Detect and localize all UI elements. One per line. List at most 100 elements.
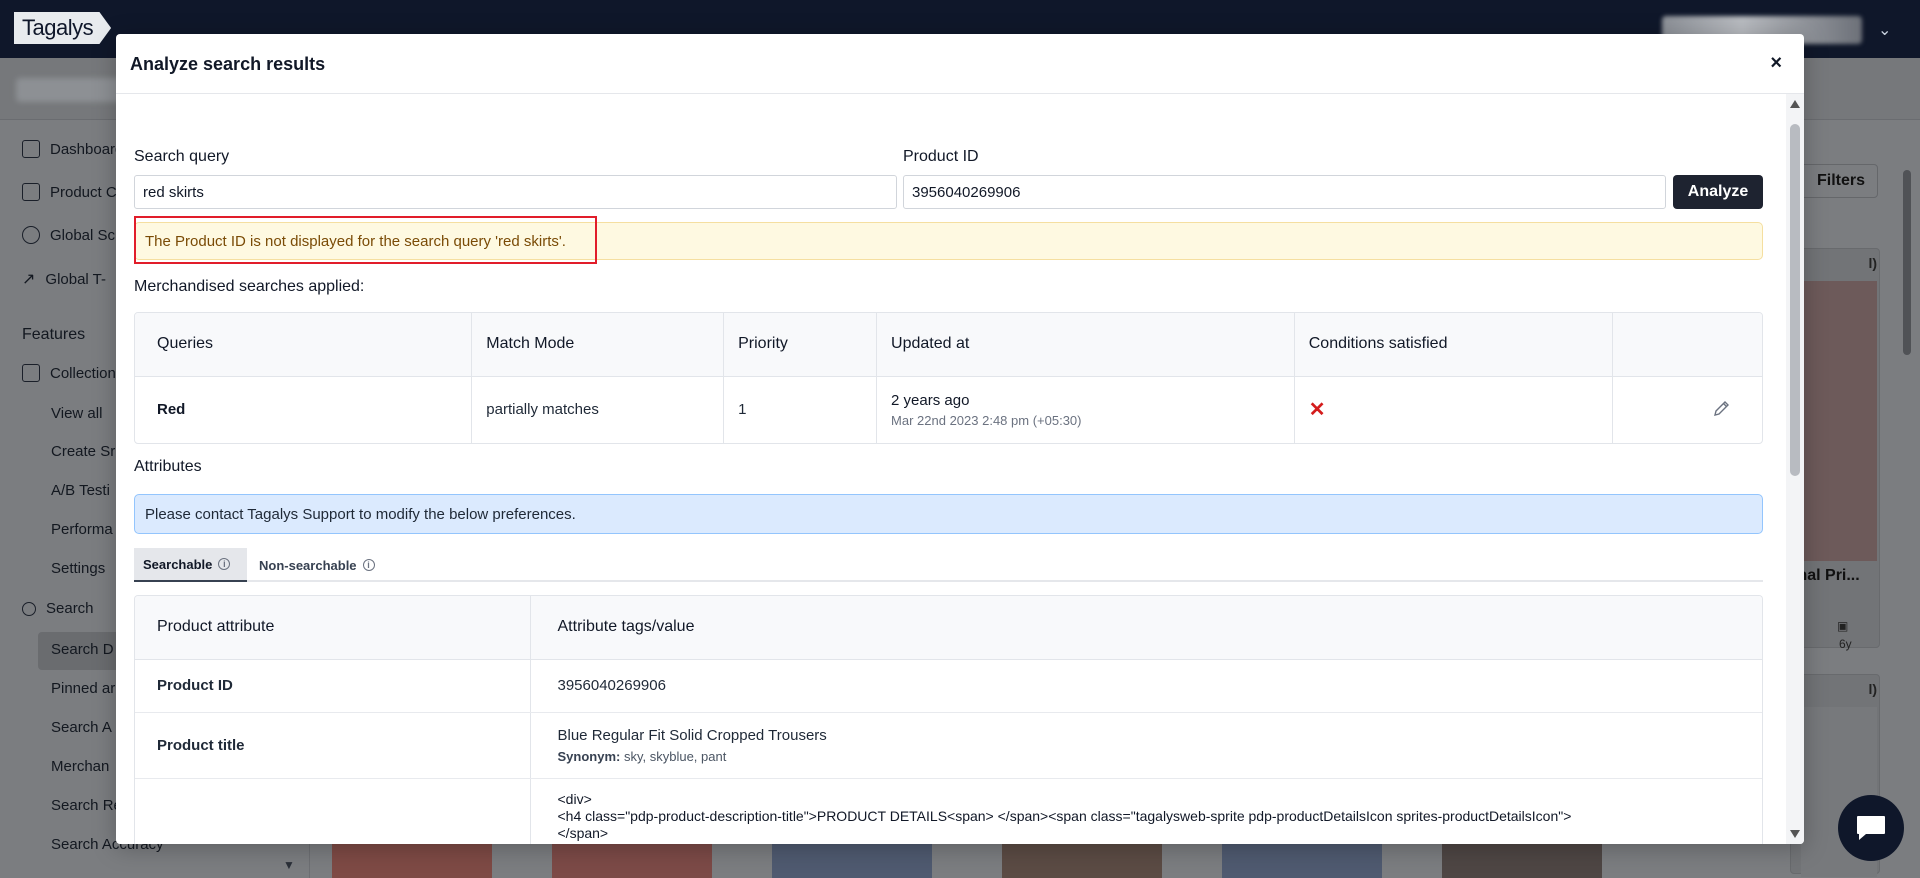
info-icon[interactable]: i [218, 558, 231, 570]
merch-table: Queries Match Mode Priority Updated at C… [134, 312, 1763, 444]
filters-label: Filters [1816, 172, 1865, 189]
product-image [1442, 842, 1602, 878]
analyze-button[interactable]: Analyze [1673, 175, 1763, 209]
product-id-input[interactable] [903, 175, 1666, 209]
product-image [1002, 842, 1162, 878]
attribute-name [135, 778, 531, 844]
features-heading: Features [22, 326, 86, 343]
match-mode-cell: partially matches [471, 376, 725, 443]
column-header: Priority [723, 313, 878, 377]
sidebar-sub-create-smart[interactable]: Create Sr [51, 443, 115, 460]
pencil-icon[interactable] [1712, 398, 1732, 418]
synonym-value: sky, skyblue, pant [623, 748, 727, 764]
scrollbar-thumb[interactable] [1790, 124, 1800, 476]
updated-exact: Mar 22nd 2023 2:48 pm (+05:30) [891, 412, 1082, 428]
merch-heading: Merchandised searches applied: [134, 278, 365, 295]
sidebar-scroll-down-icon[interactable]: ▼ [283, 858, 295, 872]
calendar-icon: ▣ [1837, 619, 1849, 633]
sidebar-label: Search [46, 600, 94, 617]
product-image [552, 842, 712, 878]
scroll-up-icon[interactable] [1790, 100, 1800, 108]
sidebar-sub-pinned[interactable]: Pinned ar [51, 680, 115, 697]
sidebar-sub-view-all[interactable]: View all [51, 405, 102, 422]
product-image [1801, 281, 1877, 561]
synonym-line: Synonym: sky, skyblue, pant [558, 749, 1741, 764]
chevron-down-icon[interactable]: ⌄ [1878, 20, 1891, 40]
modal-scrollbar[interactable] [1786, 94, 1804, 844]
card-age: 6y [1839, 637, 1852, 651]
synonym-label: Synonym: [557, 748, 621, 764]
product-id-label: Product ID [903, 148, 979, 165]
edit-cell [1612, 376, 1762, 443]
table-header-row: Queries Match Mode Priority Updated at C… [135, 313, 1762, 377]
search-query-input[interactable] [134, 175, 897, 209]
chat-icon [1857, 816, 1885, 840]
query-cell[interactable]: Red [135, 376, 473, 443]
table-row: Red partially matches 1 2 years ago Mar … [135, 376, 1762, 443]
sidebar-label: Product C [50, 183, 117, 201]
sidebar-sub-performance[interactable]: Performa [51, 521, 113, 538]
attribute-value: 3956040269906 [530, 659, 1762, 713]
column-header: Match Mode [471, 313, 725, 377]
product-image [332, 842, 492, 878]
attribute-value-cell: Blue Regular Fit Solid Cropped Trousers … [530, 712, 1762, 779]
support-chat-button[interactable] [1838, 795, 1904, 861]
tab-non-searchable[interactable]: Non-searchable i [250, 548, 384, 582]
page-scrollbar[interactable] [1903, 170, 1911, 355]
attribute-name: Product title [135, 712, 531, 779]
sidebar-label: Dashboard [50, 140, 124, 158]
collections-icon [22, 364, 40, 382]
modal-header: Analyze search results × [116, 34, 1804, 94]
tagalys-logo[interactable]: Tagalys [14, 12, 112, 44]
attribute-value-html: <div> <h4 class="pdp-product-description… [557, 790, 1572, 845]
sidebar-item-search[interactable]: Search [22, 600, 94, 617]
sidebar-label: Global T- [45, 270, 106, 288]
scroll-down-icon[interactable] [1790, 830, 1800, 838]
updated-relative: 2 years ago [891, 391, 970, 409]
column-header: Product attribute [135, 596, 531, 660]
close-icon[interactable]: × [1770, 52, 1782, 75]
sidebar-sub-ab-testing[interactable]: A/B Testi [51, 482, 110, 499]
dashboard-icon [22, 140, 40, 158]
merch-table-grid: Queries Match Mode Priority Updated at C… [135, 313, 1762, 443]
column-header: Updated at [876, 313, 1295, 377]
sidebar-sub-merchandising[interactable]: Merchan [51, 758, 109, 775]
column-header [1612, 313, 1762, 377]
sidebar-item-product-catalog[interactable]: Product C [22, 183, 117, 201]
conditions-cell: ✕ [1294, 376, 1613, 443]
tab-label: Non-searchable [259, 557, 357, 573]
column-header: Queries [135, 313, 473, 377]
globe-icon [22, 226, 40, 244]
sidebar-item-global-settings[interactable]: Global Sc [22, 226, 115, 244]
cross-icon: ✕ [1308, 399, 1326, 421]
sidebar-item-collections[interactable]: Collection [22, 364, 116, 382]
priority-cell: 1 [723, 376, 878, 443]
attribute-tabs: Searchable i Non-searchable i [134, 548, 1763, 582]
attribute-name: Product ID [135, 659, 531, 713]
attributes-table-grid: Product attribute Attribute tags/value P… [135, 596, 1762, 844]
column-header: Attribute tags/value [530, 596, 1762, 660]
modal-body: Search query Product ID Analyze The Prod… [116, 94, 1786, 844]
info-icon[interactable]: i [362, 559, 375, 571]
sidebar-item-global-trends[interactable]: ↗ Global T- [22, 269, 106, 289]
info-text: Please contact Tagalys Support to modify… [145, 506, 576, 523]
sidebar-sub-search-analytics[interactable]: Search A [51, 719, 112, 736]
info-alert: Please contact Tagalys Support to modify… [134, 494, 1763, 534]
product-grid-bottom [322, 838, 1788, 878]
tab-searchable[interactable]: Searchable i [134, 548, 247, 582]
sidebar-item-dashboard[interactable]: Dashboard [22, 140, 123, 158]
attributes-heading: Attributes [134, 458, 202, 475]
analyze-search-results-modal: Analyze search results × Search query Pr… [116, 34, 1804, 844]
attribute-value: Blue Regular Fit Solid Cropped Trousers [557, 726, 827, 744]
sidebar-sub-search-redirects[interactable]: Search Re [51, 797, 122, 814]
table-row: Product title Blue Regular Fit Solid Cro… [135, 712, 1762, 779]
sidebar-label: Collection [50, 364, 116, 382]
search-query-label: Search query [134, 148, 230, 165]
product-image [1222, 842, 1382, 878]
sidebar-sub-search-dashboard[interactable]: Search D [51, 641, 114, 658]
sidebar-sub-settings[interactable]: Settings [51, 560, 105, 577]
table-header-row: Product attribute Attribute tags/value [135, 596, 1762, 660]
grid-icon [22, 183, 40, 201]
attribute-value-cell: <div> <h4 class="pdp-product-description… [530, 778, 1762, 844]
trending-icon: ↗ [22, 271, 36, 288]
